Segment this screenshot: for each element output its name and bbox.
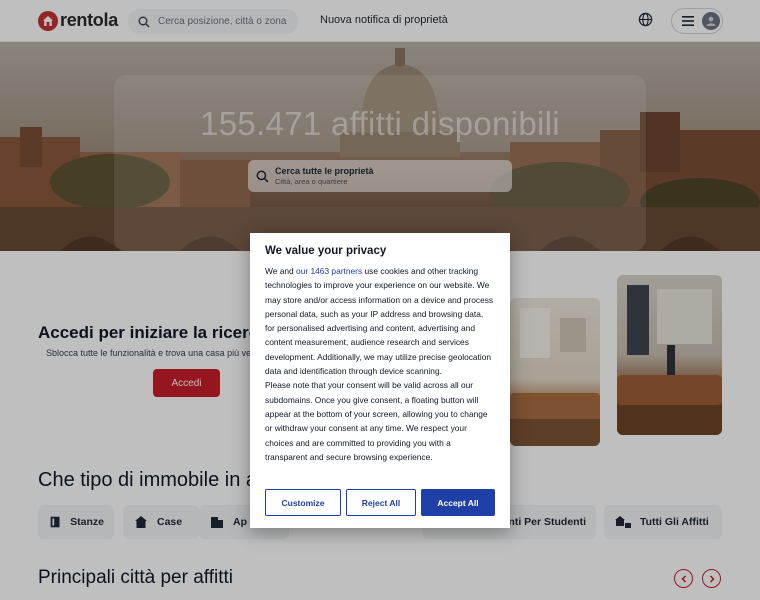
partners-link[interactable]: our 1463 partners	[296, 266, 362, 276]
cookie-consent-dialog: We value your privacy We and our 1463 pa…	[250, 233, 510, 528]
customize-button[interactable]: Customize	[265, 489, 341, 516]
consent-text: We and our 1463 partners use cookies and…	[265, 264, 495, 378]
reject-all-button[interactable]: Reject All	[346, 489, 416, 516]
consent-text-rest: use cookies and other tracking technolog…	[265, 266, 494, 377]
consent-title: We value your privacy	[265, 245, 387, 257]
consent-buttons: Customize Reject All Accept All	[265, 489, 495, 516]
consent-text-start: We and	[265, 266, 297, 276]
accept-all-button[interactable]: Accept All	[421, 489, 495, 516]
consent-text-2: Please note that your consent will be va…	[265, 380, 488, 462]
